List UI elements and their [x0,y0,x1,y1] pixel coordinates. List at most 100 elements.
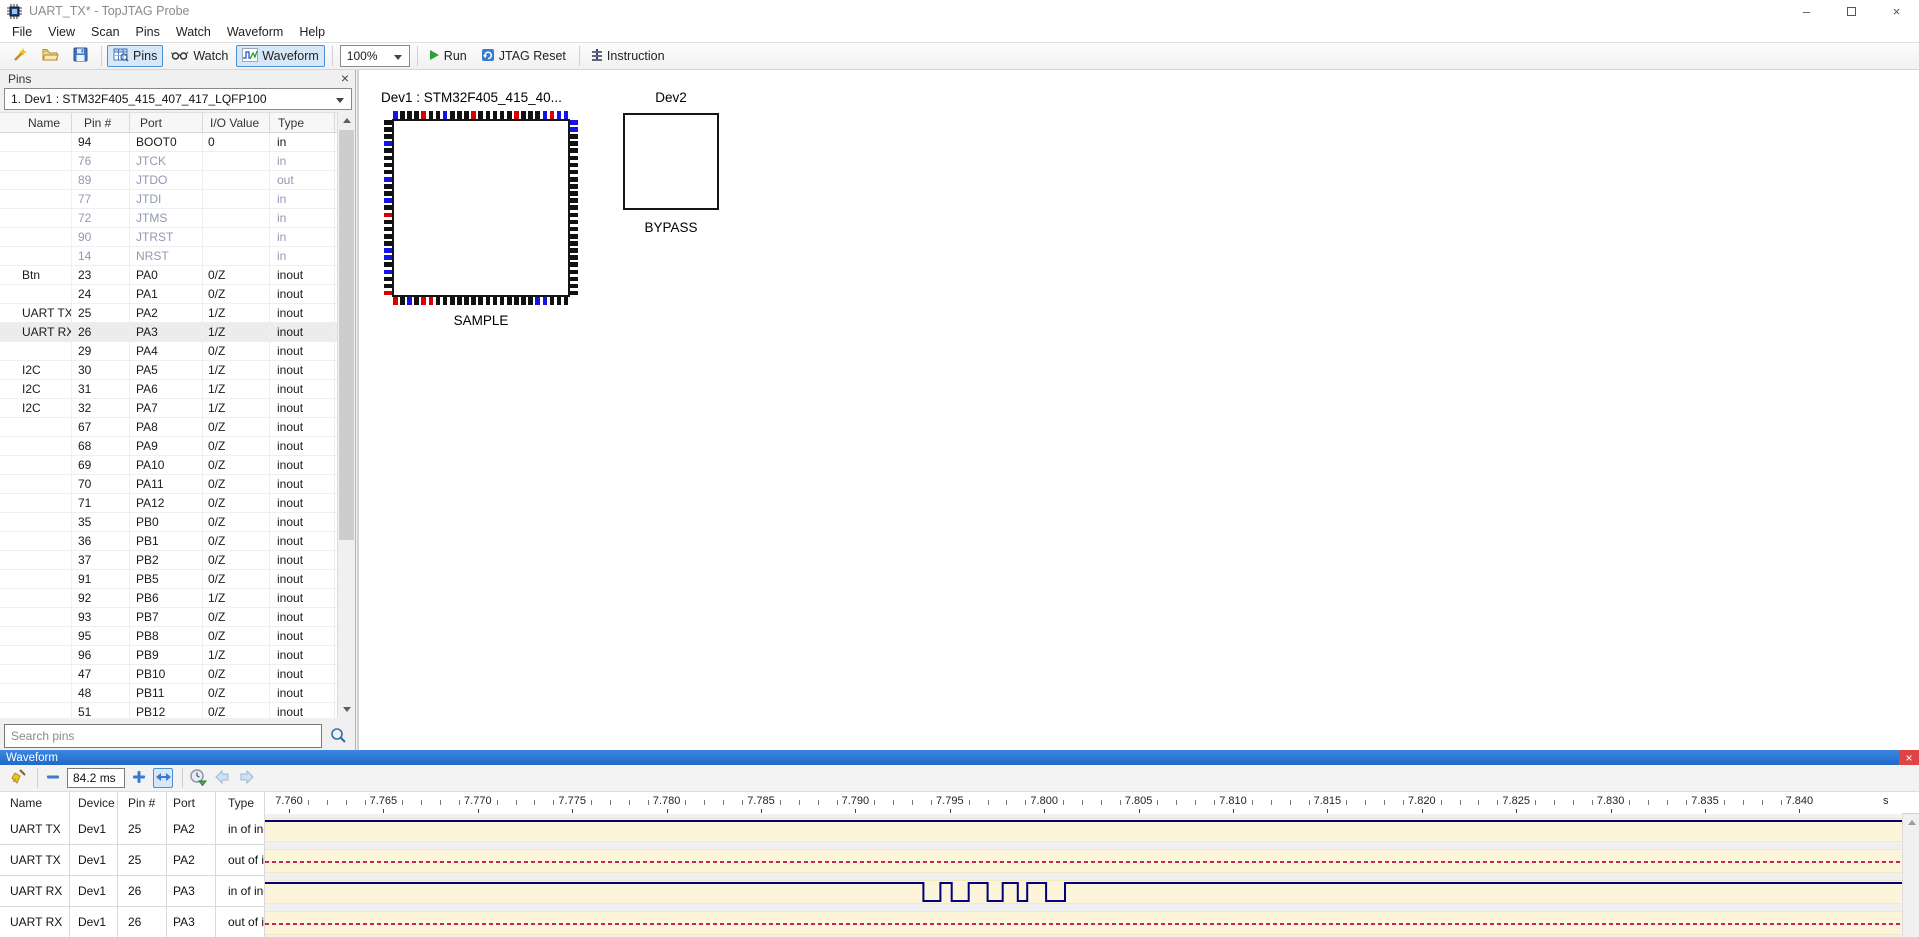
wand-button[interactable] [6,45,34,67]
pin-row-pb11[interactable]: 48PB110/Zinout [0,684,337,703]
pin-cell: PB10 [130,665,203,683]
scrollbar-thumb[interactable] [339,130,354,540]
signal-lane[interactable] [265,849,1902,873]
waveform-col-header-device[interactable]: Device [70,792,118,814]
signal-lane[interactable] [265,911,1902,935]
scroll-up-icon[interactable] [338,112,356,129]
waveform-row-pa3-in[interactable]: UART RXDev126PA3in of inout [0,876,1902,907]
fit-width-button[interactable] [153,768,173,788]
menu-item-scan[interactable]: Scan [83,23,128,41]
close-button[interactable]: × [1874,0,1919,22]
clear-waveform-button[interactable] [8,768,28,788]
pin-row-pb1[interactable]: 36PB10/Zinout [0,532,337,551]
waveform-close-button[interactable]: × [1899,750,1919,765]
waveform-row-pa2-out[interactable]: UART TXDev125PA2out of inout [0,845,1902,876]
chip-pin-tick [493,297,498,305]
signal-lane[interactable] [265,818,1902,842]
zoom-out-button[interactable] [43,768,63,788]
dev2-chip[interactable] [623,113,719,210]
pin-row-pa4[interactable]: 29PA40/Zinout [0,342,337,361]
search-pins-input[interactable] [4,724,322,748]
chip-view: Dev1 : STM32F405_415_40... SAMPLE Dev2 B… [359,70,1919,750]
open-folder-icon [42,47,59,65]
menu-item-help[interactable]: Help [291,23,333,41]
pin-row-pa0[interactable]: Btn23PA00/Zinout [0,266,337,285]
pin-row-pb8[interactable]: 95PB80/Zinout [0,627,337,646]
signal-lane[interactable] [265,880,1902,904]
scroll-up-icon[interactable] [1903,814,1919,831]
dev1-chip[interactable] [384,111,578,305]
chip-pin-tick [570,277,578,282]
pin-row-pb7[interactable]: 93PB70/Zinout [0,608,337,627]
pin-row-pa7[interactable]: I2C32PA71/Zinout [0,399,337,418]
pins-close-button[interactable]: × [341,70,349,86]
pins-toggle-button[interactable]: Pins [107,45,163,67]
pin-row-pb2[interactable]: 37PB20/Zinout [0,551,337,570]
pins-col-header-i-o-value[interactable]: I/O Value [203,113,270,132]
pins-col-header-name[interactable]: Name [0,113,72,132]
pin-row-jtrst[interactable]: 90JTRSTin [0,228,337,247]
pin-row-pa2[interactable]: UART TX25PA21/Zinout [0,304,337,323]
waveform-scrollbar[interactable] [1902,814,1919,937]
pins-table-scrollbar[interactable] [337,112,355,718]
waveform-toggle-button[interactable]: Waveform [236,45,325,67]
waveform-col-header-name[interactable]: Name [0,792,70,814]
jtag-reset-button[interactable]: JTAG Reset [475,45,572,67]
pin-row-pa6[interactable]: I2C31PA61/Zinout [0,380,337,399]
pins-col-header-port[interactable]: Port [130,113,203,132]
pin-row-nrst[interactable]: 14NRSTin [0,247,337,266]
time-scale-input[interactable] [67,768,125,788]
pin-row-pa10[interactable]: 69PA100/Zinout [0,456,337,475]
pin-cell: 30 [72,361,130,379]
pin-row-pb6[interactable]: 92PB61/Zinout [0,589,337,608]
pin-row-jtck[interactable]: 76JTCKin [0,152,337,171]
acquire-button[interactable] [188,768,208,788]
menu-item-file[interactable]: File [4,23,40,41]
search-button[interactable] [326,725,350,748]
pin-row-jtms[interactable]: 72JTMSin [0,209,337,228]
prev-edge-button[interactable] [212,768,232,788]
zoom-level-select[interactable]: 100% [340,45,410,67]
pin-row-jtdo[interactable]: 89JTDOout [0,171,337,190]
pin-row-pb9[interactable]: 96PB91/Zinout [0,646,337,665]
pin-row-pa9[interactable]: 68PA90/Zinout [0,437,337,456]
pin-cell: PA9 [130,437,203,455]
menu-item-view[interactable]: View [40,23,83,41]
run-button[interactable]: Run [423,45,473,67]
waveform-row-pa3-out[interactable]: UART RXDev126PA3out of inout [0,907,1902,937]
waveform-col-header-type[interactable]: Type [216,792,265,814]
pin-row-pb0[interactable]: 35PB00/Zinout [0,513,337,532]
waveform-col-header-pin-[interactable]: Pin # [118,792,167,814]
pin-row-pb5[interactable]: 91PB50/Zinout [0,570,337,589]
pin-cell [203,247,270,265]
menu-item-watch[interactable]: Watch [168,23,219,41]
pins-col-header-pin-[interactable]: Pin # [72,113,130,132]
pin-row-pb10[interactable]: 47PB100/Zinout [0,665,337,684]
zoom-in-button[interactable] [129,768,149,788]
pin-row-pa12[interactable]: 71PA120/Zinout [0,494,337,513]
pins-col-header-type[interactable]: Type [270,113,335,132]
pin-row-pa3[interactable]: UART RX26PA31/Zinout [0,323,337,342]
pin-row-pa5[interactable]: I2C30PA51/Zinout [0,361,337,380]
pin-row-jtdi[interactable]: 77JTDIin [0,190,337,209]
pin-row-pa11[interactable]: 70PA110/Zinout [0,475,337,494]
maximize-button[interactable] [1829,0,1874,22]
save-button[interactable] [67,45,94,67]
watch-toggle-button[interactable]: Watch [165,45,234,67]
device-selector[interactable]: 1. Dev1 : STM32F405_415_407_417_LQFP100 [4,88,352,110]
pin-row-pa8[interactable]: 67PA80/Zinout [0,418,337,437]
menu-item-waveform[interactable]: Waveform [219,23,292,41]
menu-item-pins[interactable]: Pins [128,23,168,41]
pin-row-boot0[interactable]: 94BOOT00in [0,133,337,152]
pin-row-pa1[interactable]: 24PA10/Zinout [0,285,337,304]
instruction-button[interactable]: Instruction [585,45,671,67]
scroll-down-icon[interactable] [338,701,356,718]
open-button[interactable] [36,45,65,67]
pin-cell: 37 [72,551,130,569]
pin-row-pb12[interactable]: 51PB120/Zinout [0,703,337,718]
minimize-button[interactable]: – [1784,0,1829,22]
waveform-row-pa2-in[interactable]: UART TXDev125PA2in of inout [0,814,1902,845]
next-edge-button[interactable] [236,768,256,788]
chip-pin-tick [570,191,578,196]
waveform-col-header-port[interactable]: Port [167,792,216,814]
